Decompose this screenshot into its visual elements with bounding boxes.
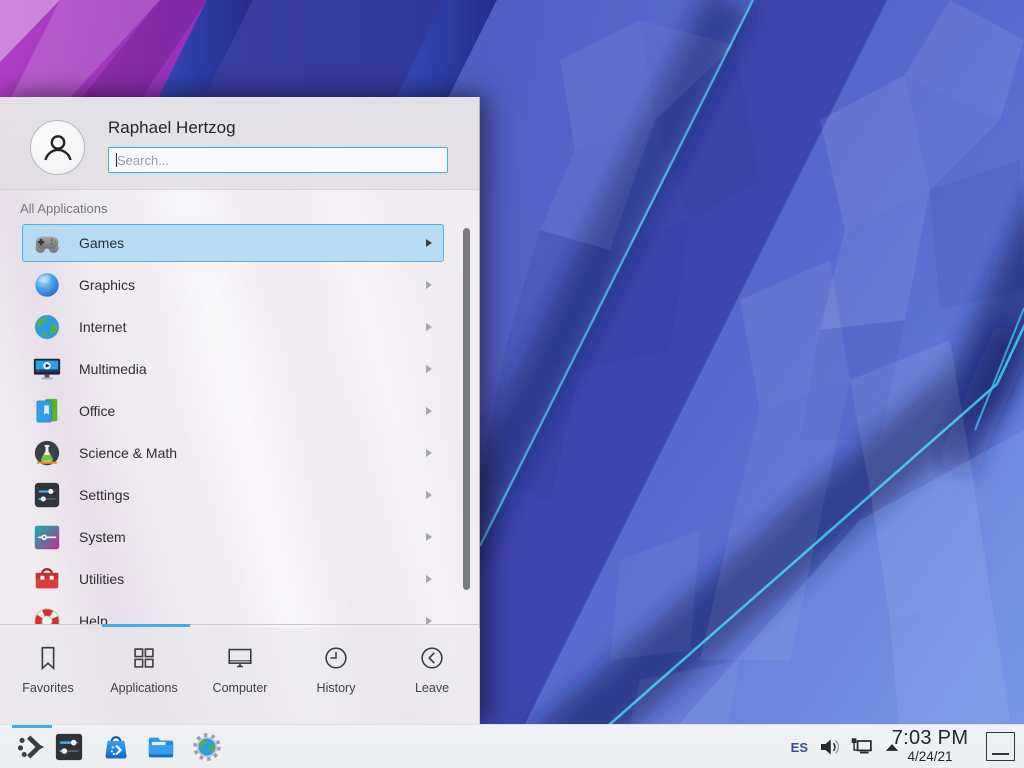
tab-applications[interactable]: Applications <box>96 628 192 724</box>
category-help[interactable]: Help <box>0 600 480 624</box>
launcher-header: Raphael Hertzog <box>0 97 479 190</box>
tab-favorites[interactable]: Favorites <box>0 628 96 724</box>
system-icon <box>32 522 62 552</box>
submenu-arrow-icon <box>426 491 432 499</box>
internet-icon <box>32 312 62 342</box>
user-avatar[interactable] <box>30 120 85 175</box>
file-manager-icon[interactable] <box>146 732 176 762</box>
clock-time: 7:03 PM <box>882 728 978 749</box>
submenu-arrow-icon <box>426 617 432 624</box>
category-multimedia[interactable]: Multimedia <box>0 348 480 390</box>
category-science-math[interactable]: Science & Math <box>0 432 480 474</box>
games-icon <box>32 228 62 258</box>
leave-icon <box>417 643 447 673</box>
taskbar-panel: ES 7:03 PM 4/24/21 <box>0 724 1024 768</box>
office-icon <box>32 396 62 426</box>
utilities-icon <box>32 564 62 594</box>
submenu-arrow-icon <box>426 239 432 247</box>
category-utilities[interactable]: Utilities <box>0 558 480 600</box>
submenu-arrow-icon <box>426 365 432 373</box>
app-launcher-icon[interactable] <box>16 732 46 762</box>
search-input[interactable] <box>108 147 448 173</box>
tabbar-divider <box>0 624 479 625</box>
grid-icon <box>129 643 159 673</box>
monitor-icon <box>225 643 255 673</box>
submenu-arrow-icon <box>426 323 432 331</box>
section-label: All Applications <box>20 201 107 216</box>
tab-history[interactable]: History <box>288 628 384 724</box>
network-icon[interactable] <box>849 734 874 759</box>
text-caret <box>116 153 117 167</box>
discover-icon[interactable] <box>101 732 131 762</box>
submenu-arrow-icon <box>426 449 432 457</box>
desktop: Raphael Hertzog All Applications Games <box>0 0 1024 768</box>
bookmark-icon <box>33 643 63 673</box>
list-scrollbar[interactable] <box>463 228 470 590</box>
application-launcher-menu: Raphael Hertzog All Applications Games <box>0 97 480 724</box>
submenu-arrow-icon <box>426 407 432 415</box>
show-desktop-button[interactable] <box>986 732 1015 761</box>
launcher-tabbar: Favorites Applications Computer <box>0 628 480 724</box>
submenu-arrow-icon <box>426 533 432 541</box>
digital-clock[interactable]: 7:03 PM 4/24/21 <box>882 728 978 764</box>
user-icon <box>41 131 75 165</box>
clock-date: 4/24/21 <box>882 750 978 764</box>
category-list: Games Graphics <box>0 222 480 624</box>
category-settings[interactable]: Settings <box>0 474 480 516</box>
web-browser-icon[interactable] <box>192 732 222 762</box>
science-icon <box>32 438 62 468</box>
user-name: Raphael Hertzog <box>108 118 236 138</box>
keyboard-layout-indicator[interactable]: ES <box>791 725 808 768</box>
submenu-arrow-icon <box>426 575 432 583</box>
active-tab-indicator <box>102 624 190 627</box>
submenu-arrow-icon <box>426 281 432 289</box>
category-system[interactable]: System <box>0 516 480 558</box>
tab-computer[interactable]: Computer <box>192 628 288 724</box>
multimedia-icon <box>32 354 62 384</box>
settings-icon <box>32 480 62 510</box>
category-office[interactable]: Office <box>0 390 480 432</box>
category-graphics[interactable]: Graphics <box>0 264 480 306</box>
launcher-open-indicator <box>12 725 52 728</box>
category-games[interactable]: Games <box>0 222 480 264</box>
volume-icon[interactable] <box>818 735 842 759</box>
graphics-icon <box>32 270 62 300</box>
category-internet[interactable]: Internet <box>0 306 480 348</box>
clock-icon <box>321 643 351 673</box>
help-icon <box>32 606 62 624</box>
tab-leave[interactable]: Leave <box>384 628 480 724</box>
system-settings-icon[interactable] <box>54 732 84 762</box>
